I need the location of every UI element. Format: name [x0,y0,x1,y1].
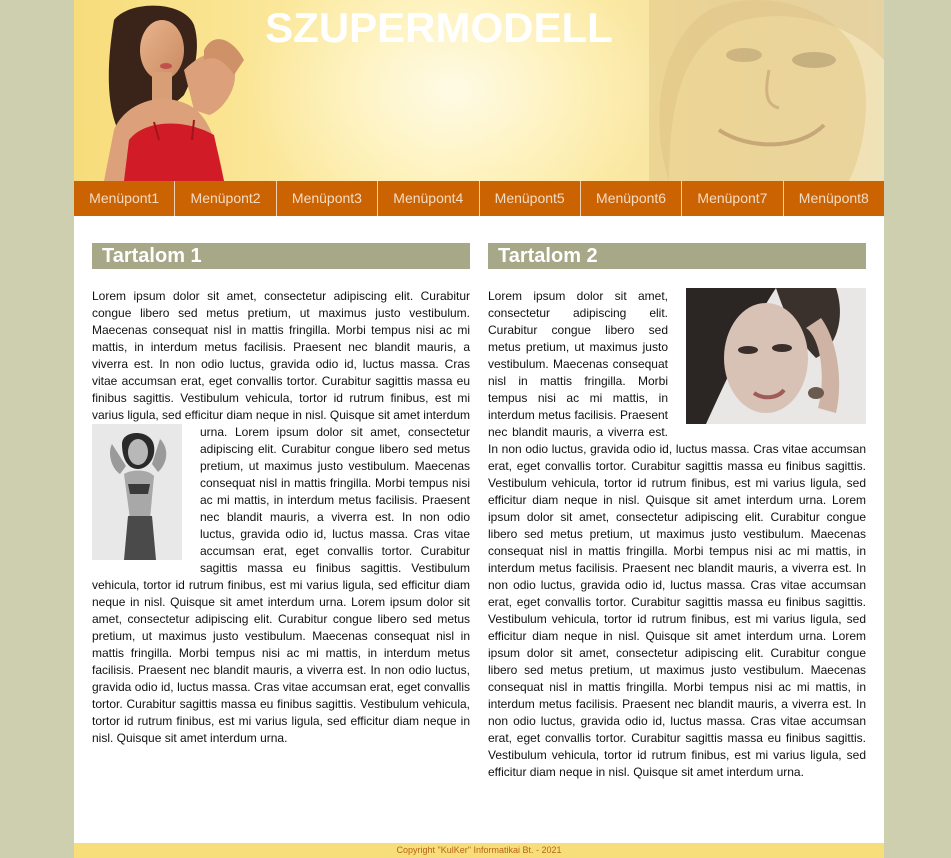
menu-item-7[interactable]: Menüpont7 [682,181,784,216]
menu-item-2[interactable]: Menüpont2 [175,181,277,216]
menu-item-8[interactable]: Menüpont8 [784,181,884,216]
content-column-2: Tartalom 2 Lorem ipsum dolor sit amet, c… [488,243,866,781]
content-text-2: Lorem ipsum dolor sit amet, consectetur … [488,288,866,781]
menu-item-6[interactable]: Menüpont6 [581,181,683,216]
content-text-1-part-a: Lorem ipsum dolor sit amet, consectetur … [92,289,470,439]
content-heading-1: Tartalom 1 [92,243,470,269]
model-image-right [649,0,884,181]
content-text-1: Lorem ipsum dolor sit amet, consectetur … [92,288,470,747]
model-photo-portrait [686,288,866,424]
menu-item-3[interactable]: Menüpont3 [277,181,379,216]
menu-item-1[interactable]: Menüpont1 [74,181,176,216]
footer: Copyright "KulKer" Informatikai Bt. - 20… [74,843,884,858]
menu-item-4[interactable]: Menüpont4 [378,181,480,216]
header-banner: SZUPERMODELL [74,0,884,181]
content-heading-2: Tartalom 2 [488,243,866,269]
main-menu: Menüpont1 Menüpont2 Menüpont3 Menüpont4 … [74,181,884,216]
content-column-1: Tartalom 1 Lorem ipsum dolor sit amet, c… [92,243,470,747]
site-title: SZUPERMODELL [265,4,613,51]
menu-item-5[interactable]: Menüpont5 [480,181,581,216]
model-photo-bikini [92,424,182,560]
page-container: SZUPERMODELL Menüpont1 Menüpont2 Menüpon… [74,0,884,858]
